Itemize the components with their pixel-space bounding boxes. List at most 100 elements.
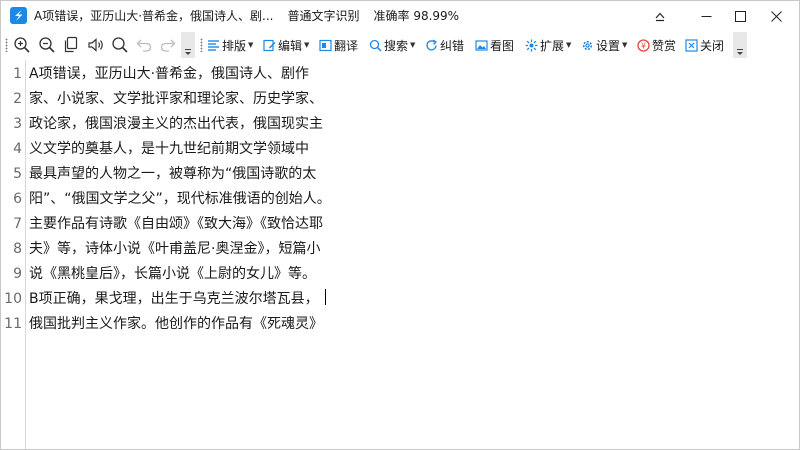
edit-menu[interactable]: 编辑 ▼ [263, 35, 309, 55]
toolbar: 排版 ▼ 编辑 ▼ 翻译 搜索 ▼ 纠错 看图 扩展 ▼ 设置 ▼ ¥ 赞赏 关… [1, 32, 799, 58]
line-text[interactable]: 说《黑桃皇后》，长篇小说《上尉的女儿》等。 [29, 262, 316, 287]
gear-icon [582, 40, 593, 50]
toolbar-grip[interactable] [5, 38, 8, 52]
search-label: 搜索 [384, 38, 409, 53]
chevron-down-icon: ▼ [622, 41, 628, 49]
extend-menu[interactable]: 扩展 ▼ [525, 35, 571, 55]
editor-line[interactable]: 8 夫》等，诗体小说《叶甫盖尼·奥涅金》，短篇小 [1, 237, 799, 262]
pin-button[interactable] [637, 1, 683, 31]
zoom-in-button[interactable] [13, 35, 31, 55]
editor-line[interactable]: 5 最具声望的人物之一，被尊称为“俄国诗歌的太 [1, 162, 799, 187]
line-text[interactable]: B项正确，果戈理，出生于乌克兰波尔塔瓦县， [29, 291, 319, 307]
layout-menu[interactable]: 排版 ▼ [207, 35, 253, 55]
chevron-down-icon: ▼ [410, 41, 416, 49]
undo-button[interactable] [135, 35, 153, 55]
line-number: 6 [13, 191, 22, 207]
zoom-out-button[interactable] [38, 35, 56, 55]
maximize-icon [734, 10, 746, 22]
copy-button[interactable] [63, 35, 79, 55]
line-text[interactable]: 阳”、“俄国文学之父”，现代标准俄语的创始人。 [29, 187, 331, 212]
editor-line[interactable]: 2 家、小说家、文学批评家和理论家、历史学家、 [1, 87, 799, 112]
zoom-in-icon [14, 37, 30, 53]
line-text[interactable]: 主要作品有诗歌《自由颂》《致大海》《致恰达耶 [29, 212, 323, 237]
search-menu[interactable]: 搜索 ▼ [369, 35, 415, 55]
reward-label: 赞赏 [652, 38, 677, 53]
view-image-label: 看图 [490, 38, 515, 53]
editor-line[interactable]: 6 阳”、“俄国文学之父”，现代标准俄语的创始人。 [1, 187, 799, 212]
refresh-icon [426, 38, 438, 50]
copy-icon [64, 36, 78, 53]
view-image-button[interactable]: 看图 [475, 35, 514, 55]
read-aloud-button[interactable] [87, 35, 105, 55]
line-text[interactable]: 义文学的奠基人，是十九世纪前期文学领域中 [29, 137, 309, 162]
search-icon [112, 37, 128, 53]
line-number: 7 [13, 216, 22, 232]
editor-line[interactable]: 4 义文学的奠基人，是十九世纪前期文学领域中 [1, 137, 799, 162]
close-label: 关闭 [700, 38, 725, 53]
line-number: 11 [4, 316, 22, 332]
toolbar-overflow-left[interactable] [181, 32, 195, 58]
translate-label: 翻译 [334, 38, 359, 53]
text-cursor [324, 289, 326, 305]
reward-icon: ¥ [637, 38, 650, 52]
toolbar-grip-2[interactable] [200, 38, 203, 52]
find-button[interactable] [111, 35, 129, 55]
editor-line[interactable]: 7 主要作品有诗歌《自由颂》《致大海》《致恰达耶 [1, 212, 799, 237]
line-text[interactable]: 家、小说家、文学批评家和理论家、历史学家、 [29, 87, 323, 112]
line-text[interactable]: 最具声望的人物之一，被尊称为“俄国诗歌的太 [29, 162, 316, 187]
line-text-with-cursor[interactable]: B项正确，果戈理，出生于乌克兰波尔塔瓦县， [29, 287, 326, 312]
editor-line[interactable]: 10 B项正确，果戈理，出生于乌克兰波尔塔瓦县， [1, 287, 799, 312]
line-number: 4 [13, 141, 22, 157]
editor-line[interactable]: 9 说《黑桃皇后》，长篇小说《上尉的女儿》等。 [1, 262, 799, 287]
zoom-out-icon [39, 37, 55, 53]
editor-line[interactable]: 3 政论家，俄国浪漫主义的杰出代表，俄国现实主 [1, 112, 799, 137]
app-logo-icon [10, 7, 27, 24]
text-editor[interactable]: 1 A项错误，亚历山大·普希金，俄国诗人、剧作 2 家、小说家、文学批评家和理论… [1, 60, 799, 449]
undo-icon [136, 39, 152, 52]
layout-icon [208, 39, 219, 51]
editor-line[interactable]: 11 俄国批判主义作家。他创作的作品有《死魂灵》 [1, 312, 799, 337]
edit-icon [263, 39, 276, 51]
accuracy-value: 98.99% [413, 9, 460, 23]
app-window: A项错误，亚历山大·普希金，俄国诗人、剧... 普通文字识别 准确率 98.99% [0, 0, 800, 450]
line-number: 3 [13, 116, 22, 132]
chevron-down-icon: ▼ [566, 41, 572, 49]
minimize-icon [701, 15, 711, 17]
window-title: A项错误，亚历山大·普希金，俄国诗人、剧... [34, 9, 274, 23]
toolbar-overflow-right[interactable] [733, 32, 747, 58]
close-icon [770, 10, 782, 22]
svg-text:¥: ¥ [641, 41, 646, 50]
title-bar[interactable]: A项错误，亚历山大·普希金，俄国诗人、剧... 普通文字识别 准确率 98.99% [1, 1, 799, 31]
line-number: 2 [13, 91, 22, 107]
extension-icon [525, 39, 538, 51]
close-panel-button[interactable]: 关闭 [685, 35, 724, 55]
line-text[interactable]: 政论家，俄国浪漫主义的杰出代表，俄国现实主 [29, 112, 323, 137]
line-number: 10 [4, 291, 22, 307]
window-title-bar-text: A项错误，亚历山大·普希金，俄国诗人、剧... 普通文字识别 准确率 98.99% [34, 8, 459, 24]
extend-label: 扩展 [540, 38, 565, 53]
speaker-icon [88, 38, 103, 52]
correct-label: 纠错 [440, 38, 465, 53]
line-text[interactable]: A项错误，亚历山大·普希金，俄国诗人、剧作 [29, 62, 309, 87]
layout-label: 排版 [222, 38, 247, 53]
search-icon [369, 39, 382, 52]
correct-button[interactable]: 纠错 [425, 35, 464, 55]
edit-label: 编辑 [278, 38, 303, 53]
reward-button[interactable]: ¥ 赞赏 [637, 35, 676, 55]
translate-button[interactable]: 翻译 [319, 35, 358, 55]
accuracy-label: 准确率 [373, 9, 410, 23]
line-text[interactable]: 俄国批判主义作家。他创作的作品有《死魂灵》 [29, 312, 323, 337]
line-number: 8 [13, 241, 22, 257]
image-icon [475, 39, 488, 51]
settings-label: 设置 [596, 38, 621, 53]
line-number: 5 [13, 166, 22, 182]
line-text[interactable]: 夫》等，诗体小说《叶甫盖尼·奥涅金》，短篇小 [29, 237, 320, 262]
chevron-down-icon: ▼ [304, 41, 310, 49]
redo-button[interactable] [159, 35, 177, 55]
chevron-down-icon: ▼ [248, 41, 254, 49]
redo-icon [160, 39, 176, 52]
settings-menu[interactable]: 设置 ▼ [581, 35, 627, 55]
close-window-button[interactable] [753, 1, 799, 31]
close-icon [685, 38, 698, 52]
editor-line[interactable]: 1 A项错误，亚历山大·普希金，俄国诗人、剧作 [1, 62, 799, 87]
